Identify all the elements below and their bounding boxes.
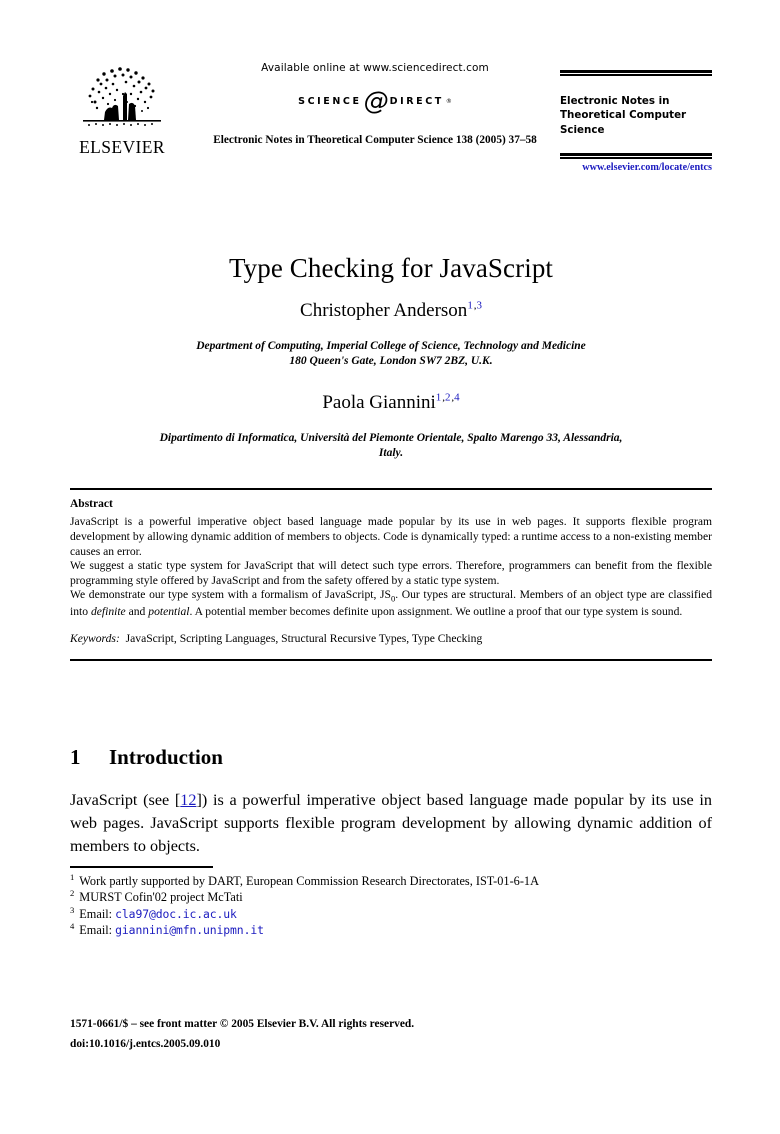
paper-page: ELSEVIER Available online at www.science… [0, 0, 780, 1134]
elsevier-wordmark: ELSEVIER [79, 137, 165, 157]
author-name: Christopher Anderson [300, 300, 468, 321]
sciencedirect-logo: SCIENCE @ DIRECT ® [180, 88, 570, 114]
section-heading: 1 Introduction [70, 745, 712, 770]
journal-title: Electronic Notes in Theoretical Computer… [560, 94, 687, 136]
footnote-text: Email: [79, 923, 113, 938]
keywords-label: Keywords: [70, 632, 120, 646]
footnote-text: Email: [79, 906, 113, 921]
journal-rule-top [560, 70, 712, 76]
author-name: Paola Giannini [322, 392, 436, 413]
footnote-marker: 1 [70, 871, 75, 882]
footnote-item: 4 Email: giannini@mfn.unipmn.it [70, 922, 712, 939]
abstract-paragraph: We suggest a static type system for Java… [70, 559, 712, 587]
citation-link-12[interactable]: 12 [180, 791, 196, 809]
journal-rule-bottom [560, 153, 712, 159]
affiliation-line: Department of Computing, Imperial Colleg… [196, 340, 586, 352]
affiliation-line: Dipartimento di Informatica, Università … [159, 432, 623, 444]
keywords-values: JavaScript, Scripting Languages, Structu… [125, 632, 483, 646]
masthead: ELSEVIER Available online at www.science… [70, 62, 712, 182]
front-matter-notice: 1571-0661/$ – see front matter © 2005 El… [70, 1018, 415, 1030]
footnote-marker: 4 [70, 921, 75, 932]
email-link-giannini[interactable]: giannini@mfn.unipmn.it [115, 923, 264, 937]
footnote-text: MURST Cofin'02 project McTati [79, 890, 243, 905]
abstract-rule-top [70, 488, 712, 491]
journal-identity-box: Electronic Notes in Theoretical Computer… [560, 70, 712, 173]
elsevier-tree-icon [83, 67, 161, 126]
affiliation-line: 180 Queen's Gate, London SW7 2BZ, U.K. [289, 354, 493, 367]
sciencedirect-direct-word: DIRECT [389, 95, 444, 107]
author-superscript-3: 4 [454, 391, 460, 404]
footnote-item: 2 MURST Cofin'02 project McTati [70, 889, 712, 906]
abstract-paragraph: We demonstrate our type system with a fo… [70, 588, 712, 618]
registered-trademark-icon: ® [445, 97, 452, 105]
footnote-marker: 3 [70, 904, 75, 915]
section-paragraph: JavaScript (see [12]) is a powerful impe… [70, 791, 712, 855]
running-head: Electronic Notes in Theoretical Computer… [213, 134, 537, 146]
elsevier-logo: ELSEVIER [70, 64, 174, 157]
author-superscript-2: 3 [476, 299, 482, 312]
abstract-heading: Abstract [70, 498, 113, 511]
abstract-paragraph: JavaScript is a powerful imperative obje… [70, 515, 712, 558]
doi-text: doi:10.1016/j.entcs.2005.09.010 [70, 1037, 221, 1050]
affiliation-1: Department of Computing, Imperial Colleg… [70, 339, 712, 368]
abstract-section: Abstract JavaScript is a powerful impera… [70, 488, 712, 662]
footnote-item: 1 Work partly supported by DART, European… [70, 871, 712, 890]
footnote-item: 3 Email: cla97@doc.ic.ac.uk [70, 904, 712, 923]
masthead-center: Available online at www.sciencedirect.co… [180, 62, 570, 146]
abstract-rule-bottom [70, 659, 712, 662]
available-online-text: Available online at www.sciencedirect.co… [261, 62, 489, 74]
footnote-text: Work partly supported by DART, European … [79, 873, 539, 888]
footnote-marker: 2 [70, 888, 75, 899]
page-title: Type Checking for JavaScript [228, 253, 554, 284]
footnote-separator-rule [70, 866, 213, 868]
sciencedirect-science-word: SCIENCE [298, 95, 362, 107]
author-block-2: Paola Giannini1 ,2 ,4 [322, 391, 460, 413]
colophon: 1571-0661/$ – see front matter © 2005 El… [70, 1015, 712, 1054]
author-block-1: Christopher Anderson1 ,3 [300, 299, 482, 321]
affiliation-line: Italy. [378, 446, 404, 459]
at-sign-icon: @ [363, 85, 389, 115]
section-title: Introduction [109, 745, 223, 769]
keywords-line: Keywords: JavaScript, Scripting Language… [70, 632, 712, 645]
journal-url-link[interactable]: www.elsevier.com/locate/entcs [560, 162, 712, 173]
footnotes-block: 1 Work partly supported by DART, European… [70, 866, 712, 939]
affiliation-2: Dipartimento di Informatica, Università … [70, 431, 712, 460]
section-number: 1 [70, 745, 81, 769]
email-link-anderson[interactable]: cla97@doc.ic.ac.uk [115, 907, 237, 921]
